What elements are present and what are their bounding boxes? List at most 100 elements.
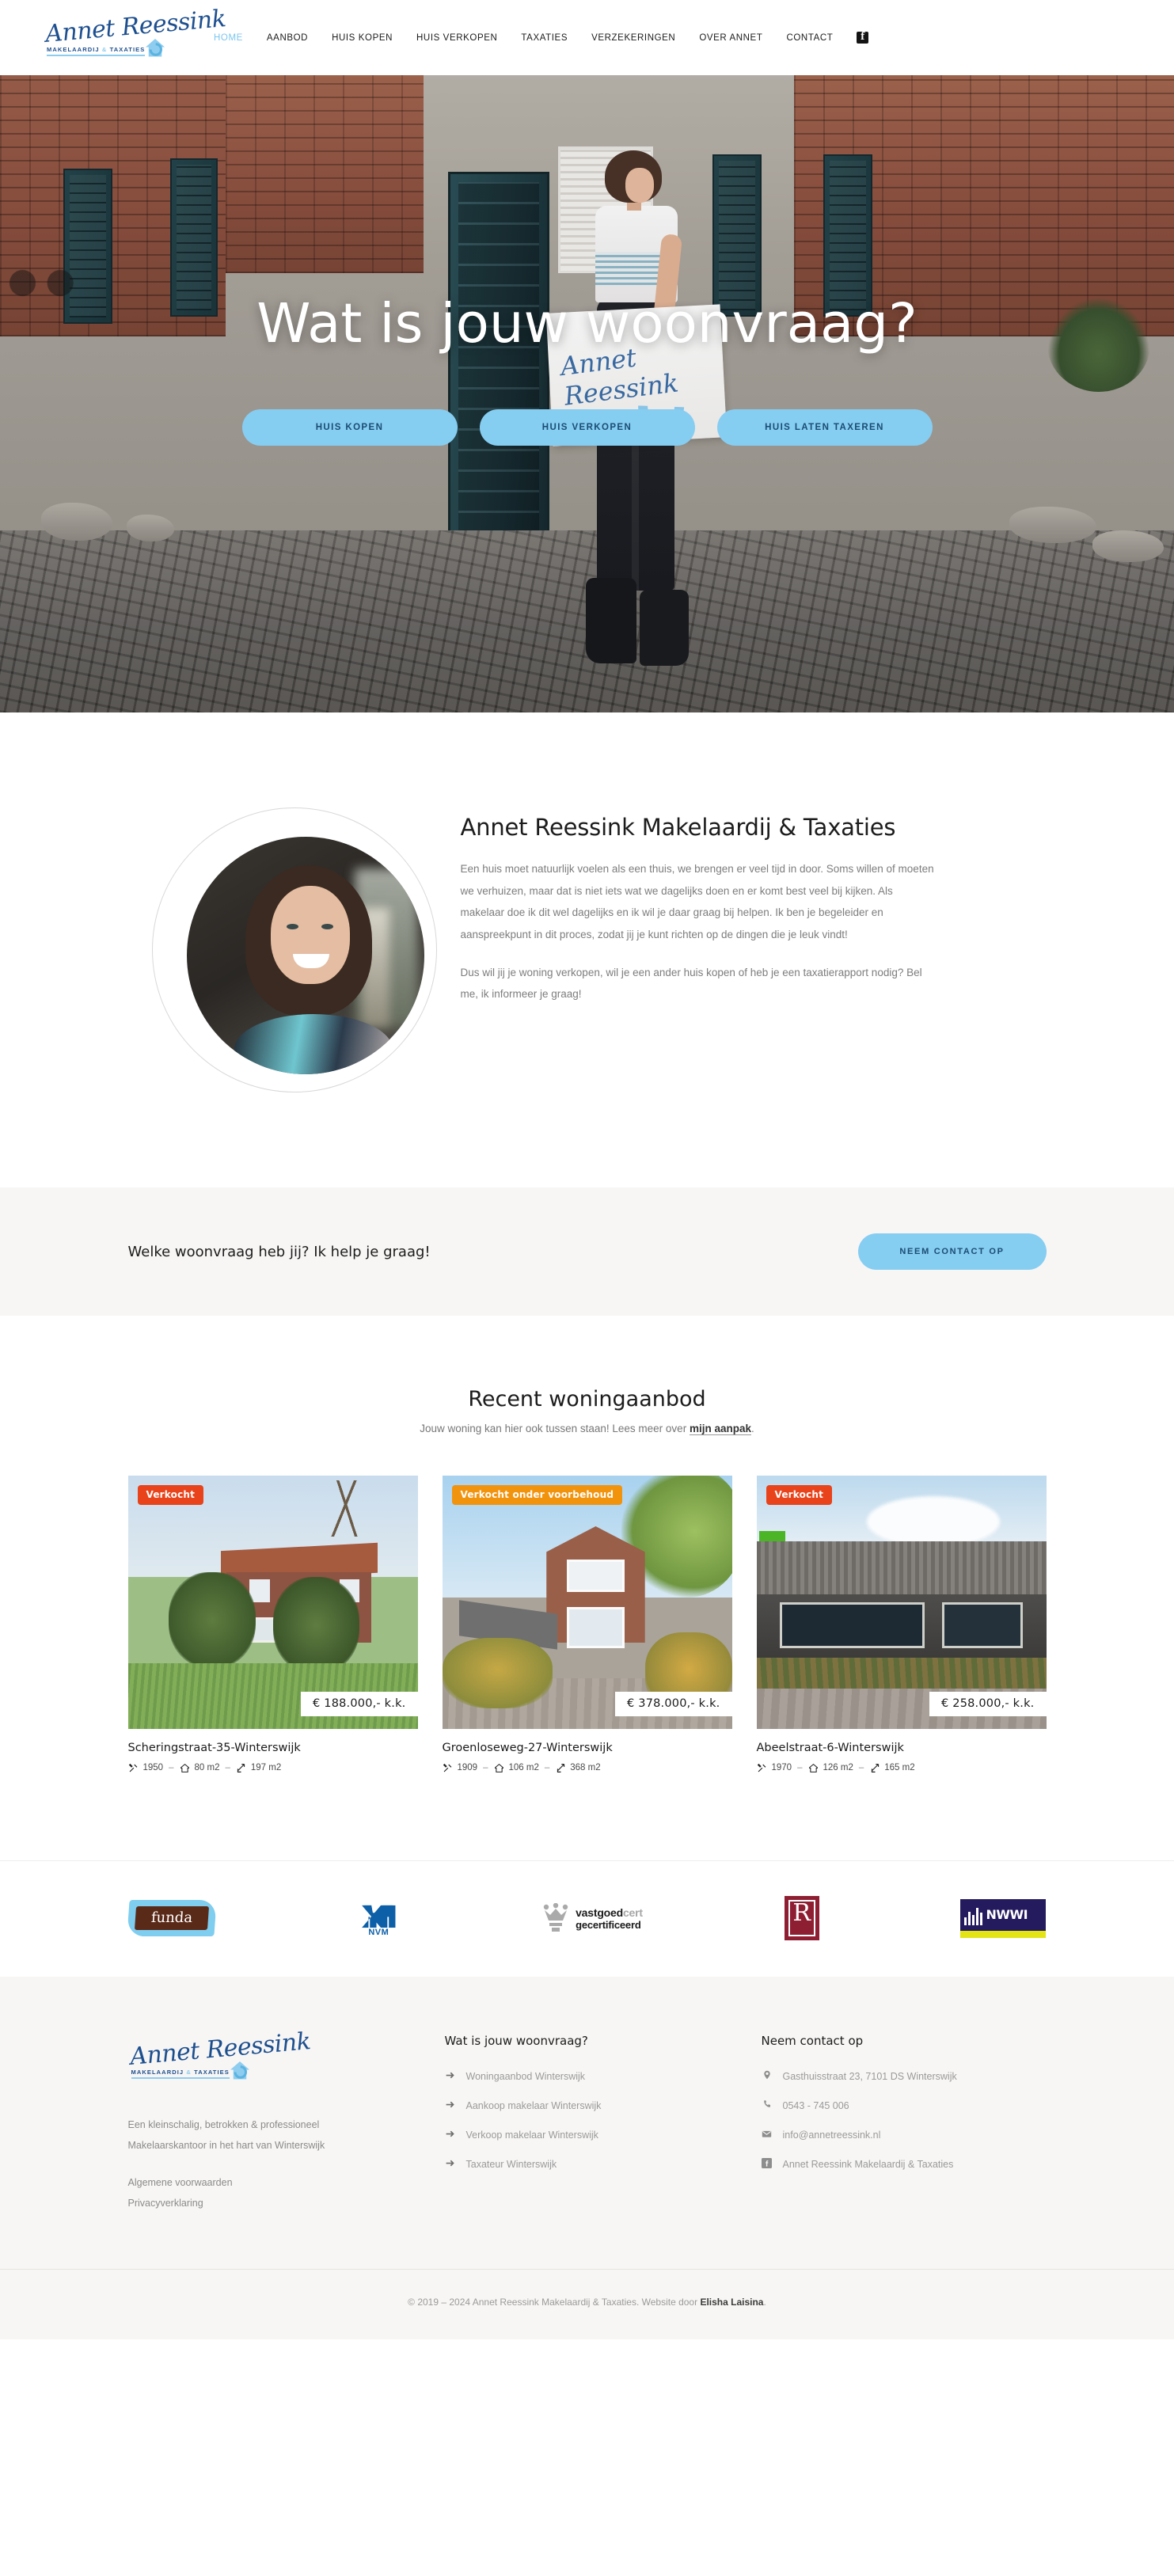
listing-card[interactable]: Verkocht € 258.000,- k.k. Abeelstraat-6-…: [756, 1476, 1047, 1773]
nwwi-icon: NWWI: [960, 1898, 1047, 1938]
partner-logo-nvm[interactable]: NVM: [356, 1896, 401, 1940]
nav-item-verzekeringen[interactable]: VERZEKERINGEN: [591, 33, 675, 43]
footer-item-taxateur[interactable]: Taxateur Winterswijk: [445, 2156, 762, 2172]
hero-button-group: HUIS KOPEN HUIS VERKOPEN HUIS LATEN TAXE…: [0, 409, 1174, 446]
listing-image[interactable]: Verkocht onder voorbehoud € 378.000,- k.…: [442, 1476, 732, 1729]
footer-item-verkoop-makelaar[interactable]: Verkoop makelaar Winterswijk: [445, 2127, 762, 2143]
listing-title[interactable]: Groenloseweg-27-Winterswijk: [443, 1742, 732, 1754]
nav-item-contact[interactable]: CONTACT: [786, 33, 833, 43]
listing-year: 1950: [142, 1763, 164, 1772]
listing-photo-3: [756, 1476, 1047, 1729]
listing-card[interactable]: Verkocht € 188.000,- k.k. Scheringstraat…: [127, 1476, 418, 1773]
status-badge: Verkocht: [766, 1485, 833, 1505]
listing-meta: 1970 – 126 m2 – 165 m2: [757, 1762, 1047, 1773]
listing-card[interactable]: Verkocht onder voorbehoud € 378.000,- k.…: [442, 1476, 732, 1773]
meta-separator-1: –: [169, 1763, 174, 1772]
listings-title: Recent woningaanbod: [468, 1387, 706, 1411]
nav-item-taxaties[interactable]: TAXATIES: [521, 33, 568, 43]
footer-link-algemene-voorwaarden[interactable]: Algemene voorwaarden: [128, 2172, 445, 2193]
cta-contact-button[interactable]: NEEM CONTACT OP: [857, 1233, 1047, 1270]
nav-item-huis-verkopen[interactable]: HUIS VERKOPEN: [416, 33, 497, 43]
meta-separator-2: –: [225, 1763, 230, 1772]
footer-contact-address[interactable]: Gasthuisstraat 23, 7101 DS Winterswijk: [762, 2069, 1047, 2084]
crown-icon: [543, 1903, 568, 1932]
partner-logo-vastgoedcert[interactable]: vastgoedcert gecertificeerd: [542, 1896, 643, 1940]
brand-script-text: Annet Reessink: [44, 4, 227, 48]
listing-living-area: 106 m2: [508, 1763, 539, 1772]
arrow-right-icon: [445, 2127, 456, 2139]
house-arrow-icon: [230, 2061, 249, 2080]
footer-contact-label: Annet Reessink Makelaardij & Taxaties: [782, 2159, 954, 2170]
photo-hedge-left: [442, 1637, 553, 1709]
footer-copyright: © 2019 – 2024 Annet Reessink Makelaardij…: [0, 2269, 1174, 2339]
footer-contact-facebook[interactable]: Annet Reessink Makelaardij & Taxaties: [762, 2156, 1047, 2172]
about-paragraph-1: Een huis moet natuurlijk voelen als een …: [460, 863, 934, 941]
cta-text: Welke woonvraag heb jij? Ik help je graa…: [127, 1243, 431, 1260]
portrait-eye-right: [321, 924, 333, 929]
listing-image[interactable]: Verkocht € 258.000,- k.k.: [756, 1476, 1047, 1729]
partner-logo-nwwi[interactable]: NWWI: [960, 1896, 1047, 1940]
footer-heading-woonvraag: Wat is jouw woonvraag?: [444, 2034, 588, 2048]
listing-image[interactable]: Verkocht € 188.000,- k.k.: [127, 1476, 418, 1729]
listing-living-area: 126 m2: [823, 1763, 853, 1772]
listing-photo-1: [127, 1476, 418, 1729]
footer-item-aankoop-makelaar[interactable]: Aankoop makelaar Winterswijk: [445, 2098, 762, 2114]
listing-title[interactable]: Abeelstraat-6-Winterswijk: [757, 1742, 1047, 1754]
listings-header: Recent woningaanbod Jouw woning kan hier…: [0, 1387, 1174, 1435]
vastgoedcert-icon: vastgoedcert gecertificeerd: [542, 1903, 643, 1933]
hero-button-huis-verkopen[interactable]: HUIS VERKOPEN: [479, 409, 695, 446]
footer-item-label: Woningaanbod Winterswijk: [465, 2071, 586, 2082]
photo-roof: [756, 1541, 1047, 1598]
hero-button-huis-laten-taxeren[interactable]: HUIS LATEN TAXEREN: [716, 409, 933, 446]
photo-window-1: [779, 1602, 925, 1648]
footer-item-label: Aankoop makelaar Winterswijk: [465, 2100, 602, 2111]
footer-item-woningaanbod[interactable]: Woningaanbod Winterswijk: [445, 2069, 762, 2084]
nav-item-huis-kopen[interactable]: HUIS KOPEN: [332, 33, 393, 43]
footer-tagline-left: MAKELAARDIJ: [131, 2069, 184, 2076]
footer-contact-phone[interactable]: 0543 - 745 006: [762, 2098, 1047, 2114]
photo-window-2: [941, 1602, 1024, 1648]
tools-icon: [128, 1762, 139, 1773]
site-footer: Annet Reessink MAKELAARDIJ & TAXATIES Ee…: [0, 1977, 1174, 2339]
footer-logo[interactable]: Annet Reessink MAKELAARDIJ & TAXATIES: [128, 2027, 311, 2088]
avatar: [186, 837, 424, 1074]
listing-plot-area: 165 m2: [884, 1763, 915, 1772]
nav-item-over-annet[interactable]: OVER ANNET: [699, 33, 762, 43]
listing-price: € 378.000,- k.k.: [615, 1692, 732, 1716]
hero-button-huis-kopen[interactable]: HUIS KOPEN: [241, 409, 458, 446]
partner-logos-section: funda NVM vastgoedcert gecertificeerd R …: [0, 1860, 1174, 1977]
nav-item-aanbod[interactable]: AANBOD: [267, 33, 308, 43]
nwwi-label: NWWI: [986, 1907, 1028, 1922]
photo-window-2: [566, 1607, 625, 1648]
facebook-icon: [857, 30, 869, 44]
listing-meta: 1909 – 106 m2 – 368 m2: [443, 1762, 732, 1773]
listings-subtitle-link[interactable]: mijn aanpak: [689, 1423, 751, 1435]
footer-contact-email[interactable]: info@annetreessink.nl: [762, 2127, 1047, 2143]
listing-title[interactable]: Scheringstraat-35-Winterswijk: [128, 1742, 418, 1754]
home-icon: [180, 1762, 191, 1773]
nav-item-home[interactable]: HOME: [214, 33, 243, 43]
listing-year: 1909: [457, 1763, 478, 1772]
page-root: Annet Reessink MAKELAARDIJ & TAXATIES HO…: [0, 0, 1174, 2339]
hero-title: Wat is jouw woonvraag?: [256, 292, 918, 355]
footer-column-contact: Neem contact op Gasthuisstraat 23, 7101 …: [762, 2034, 1047, 2213]
listing-plot-area: 197 m2: [250, 1763, 282, 1772]
facebook-link[interactable]: [857, 30, 869, 44]
partner-logo-funda[interactable]: funda: [126, 1896, 217, 1940]
footer-item-label: Verkoop makelaar Winterswijk: [465, 2130, 598, 2141]
nwwi-top: NWWI: [960, 1898, 1047, 1931]
facebook-icon: [762, 2156, 773, 2168]
footer-link-privacyverklaring[interactable]: Privacyverklaring: [128, 2193, 445, 2213]
brand-tagline-left: MAKELAARDIJ: [47, 45, 100, 53]
vastgoedcert-sub: gecertificeerd: [576, 1918, 641, 1931]
listings-section: Recent woningaanbod Jouw woning kan hier…: [0, 1316, 1174, 1860]
partner-logo-register-taxateur[interactable]: R: [784, 1896, 819, 1940]
brand-tagline-amp: &: [101, 45, 108, 53]
listing-living-area: 80 m2: [194, 1763, 220, 1772]
header-logo[interactable]: Annet Reessink MAKELAARDIJ & TAXATIES: [0, 5, 227, 65]
portrait-ring: [151, 807, 437, 1092]
main-navigation: HOME AANBOD HUIS KOPEN HUIS VERKOPEN TAX…: [214, 30, 1174, 44]
vastgoedcert-text: vastgoedcert gecertificeerd: [576, 1906, 643, 1931]
copyright-author-link[interactable]: Elisha Laisina: [700, 2297, 763, 2308]
photo-garden: [756, 1658, 1047, 1691]
